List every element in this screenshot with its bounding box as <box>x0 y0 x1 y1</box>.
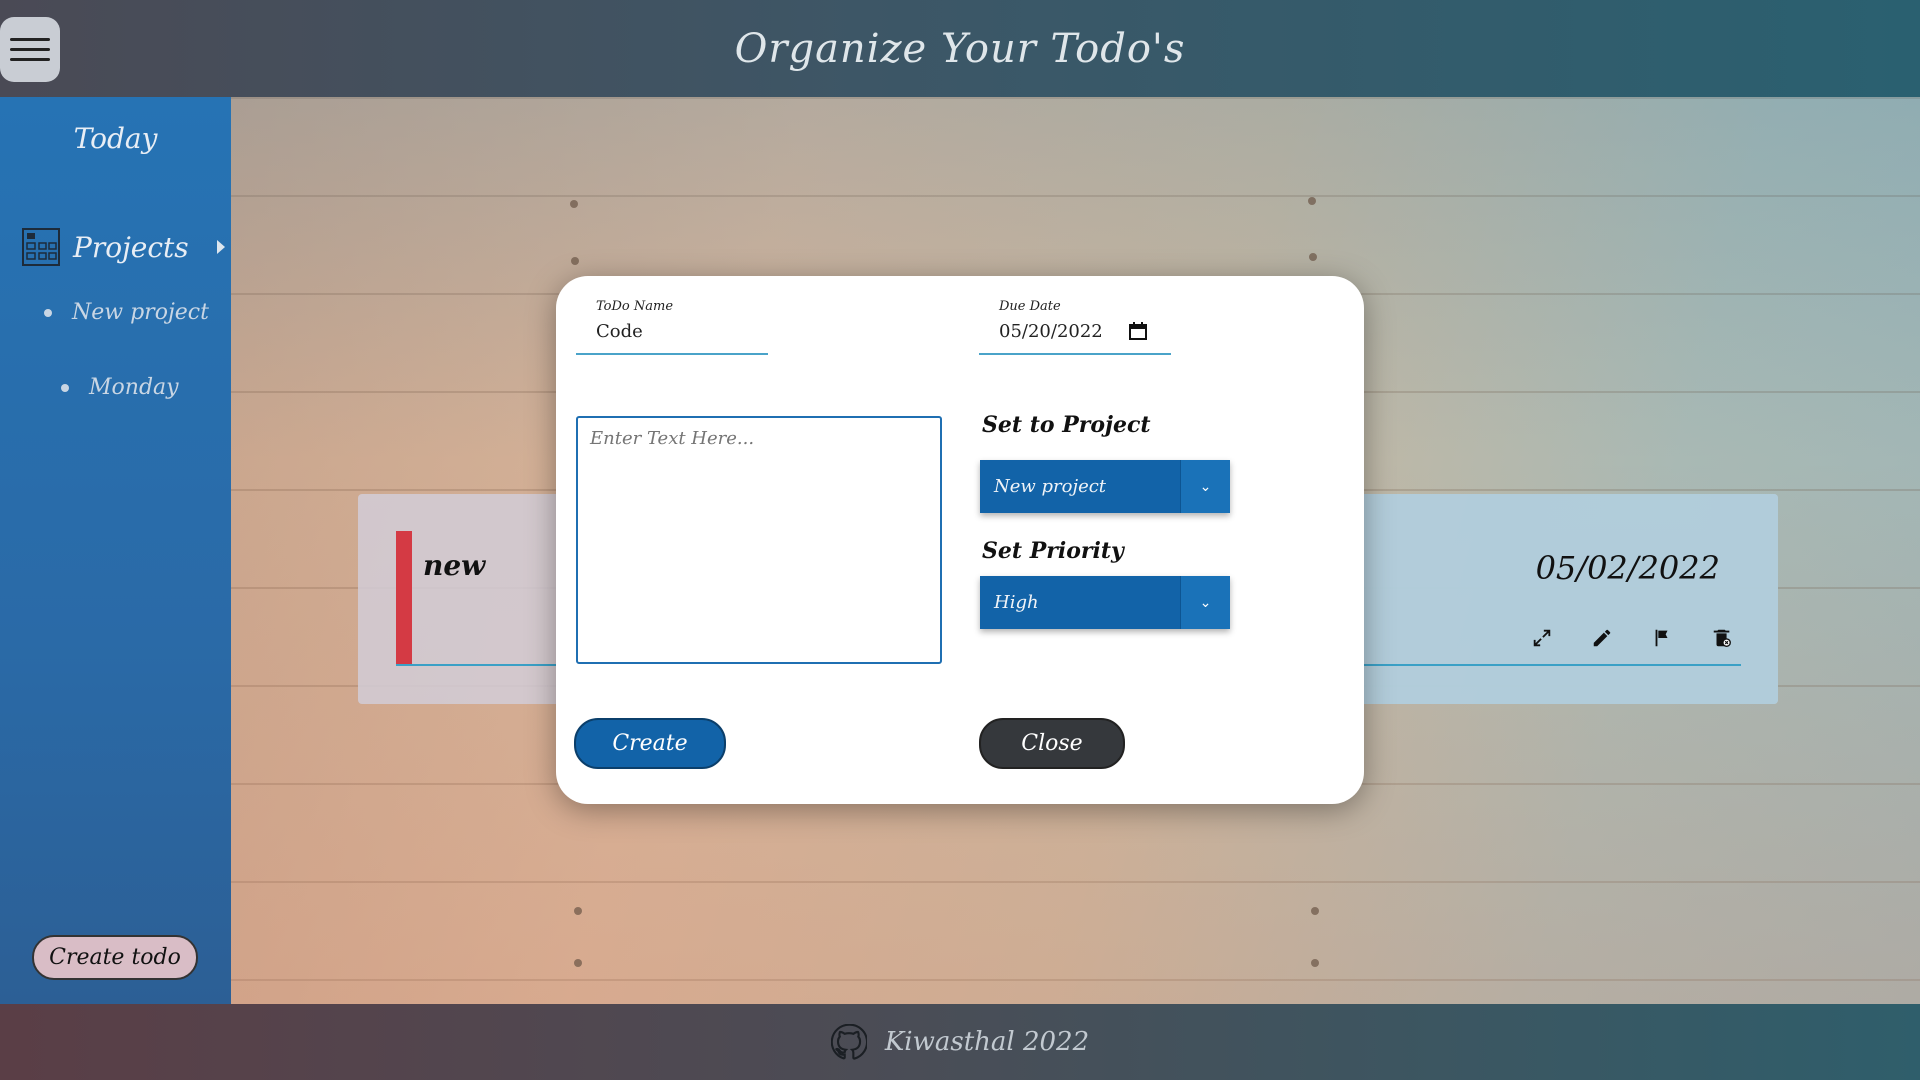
todo-title: new <box>423 549 486 582</box>
priority-select-value: High <box>994 592 1039 613</box>
todo-name-label: ToDo Name <box>596 299 674 314</box>
projects-label: Projects <box>73 230 189 264</box>
app-title: Organize Your Todo's <box>734 25 1186 72</box>
hamburger-menu-icon[interactable] <box>0 17 60 82</box>
set-project-label: Set to Project <box>982 412 1151 438</box>
project-label: Monday <box>89 375 179 400</box>
due-date-field[interactable]: 05/20/2022 <box>999 321 1103 342</box>
sidebar-item-today[interactable]: Today <box>0 122 231 155</box>
app-header: Organize Your Todo's <box>0 0 1920 97</box>
priority-indicator <box>396 531 412 666</box>
sidebar-item-projects[interactable]: Projects <box>21 227 225 267</box>
github-icon[interactable] <box>830 1024 867 1060</box>
project-label: New project <box>72 300 209 325</box>
todo-date: 05/02/2022 <box>1535 549 1720 587</box>
create-todo-button[interactable]: Create todo <box>32 935 198 980</box>
due-date-underline <box>979 353 1171 355</box>
projects-icon <box>22 228 60 266</box>
create-button[interactable]: Create <box>574 718 726 769</box>
calendar-icon[interactable] <box>1128 321 1148 341</box>
sidebar-project-item[interactable]: Monday <box>61 375 179 400</box>
project-select-value: New project <box>994 476 1107 497</box>
caret-right-icon[interactable] <box>216 240 225 254</box>
bullet-icon <box>44 308 52 317</box>
chevron-down-icon: ⌄ <box>1180 576 1230 629</box>
due-date-label: Due Date <box>999 299 1061 314</box>
priority-select[interactable]: High ⌄ <box>980 576 1230 629</box>
flag-icon[interactable] <box>1651 627 1673 649</box>
project-select[interactable]: New project ⌄ <box>980 460 1230 513</box>
create-todo-modal: ToDo Name Code Due Date 05/20/2022 Set t… <box>556 276 1364 804</box>
edit-icon[interactable] <box>1591 627 1613 649</box>
expand-icon[interactable] <box>1531 627 1553 649</box>
footer-text: Kiwasthal 2022 <box>884 1027 1090 1057</box>
set-priority-label: Set Priority <box>982 538 1124 564</box>
close-button[interactable]: Close <box>979 718 1125 769</box>
todo-actions <box>1531 627 1733 649</box>
todo-name-field[interactable]: Code <box>596 321 643 342</box>
sidebar: Today Projects New project Monday Create… <box>0 97 231 1004</box>
delete-icon[interactable] <box>1711 627 1733 649</box>
todo-name-underline <box>576 353 768 355</box>
chevron-down-icon: ⌄ <box>1180 460 1230 513</box>
sidebar-project-item[interactable]: New project <box>44 300 209 325</box>
description-textarea[interactable] <box>576 416 942 664</box>
app-footer: Kiwasthal 2022 <box>0 1004 1920 1080</box>
bullet-icon <box>61 383 69 392</box>
